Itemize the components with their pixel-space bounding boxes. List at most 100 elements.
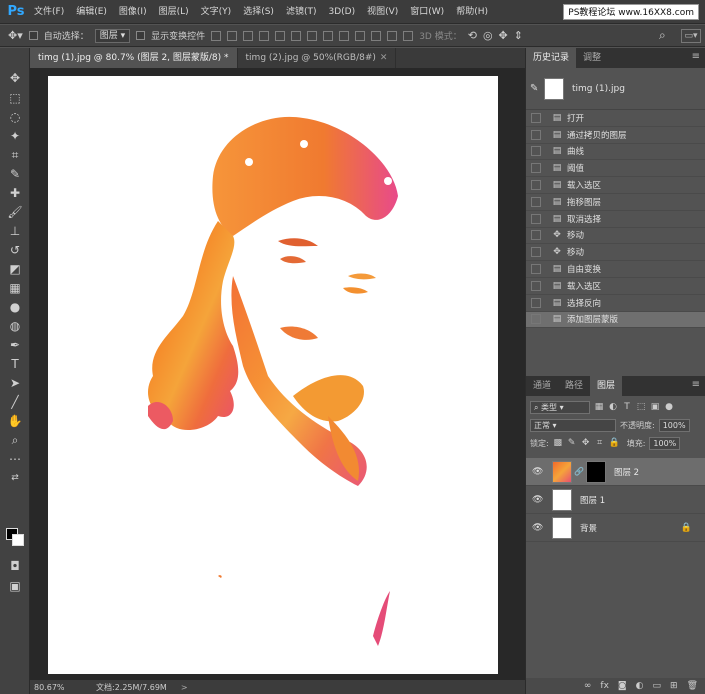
history-item[interactable]: ▤ 载入选区 bbox=[526, 278, 705, 295]
history-snapshot[interactable]: ✎ timg (1).jpg bbox=[526, 68, 705, 110]
align-top-icon[interactable] bbox=[211, 30, 222, 41]
menu-help[interactable]: 帮助(H) bbox=[450, 0, 494, 24]
gradient-icon[interactable]: ▦ bbox=[6, 280, 24, 296]
type-icon[interactable]: T bbox=[6, 356, 24, 372]
history-item[interactable]: ▤ 阈值 bbox=[526, 160, 705, 178]
menu-3d[interactable]: 3D(D) bbox=[322, 0, 361, 24]
layer-style-icon[interactable]: fx bbox=[600, 681, 609, 691]
history-toggle-box[interactable] bbox=[531, 146, 541, 157]
distribute-left-icon[interactable] bbox=[355, 30, 366, 41]
filter-adjustment-icon[interactable]: ◐ bbox=[608, 402, 618, 412]
new-layer-icon[interactable]: ⊞ bbox=[670, 681, 678, 691]
history-item[interactable]: ✥ 移动 bbox=[526, 228, 705, 245]
history-item[interactable]: ▤ 选择反向 bbox=[526, 295, 705, 312]
distribute-vcenter-icon[interactable] bbox=[323, 30, 334, 41]
visibility-eye-icon[interactable]: 👁 bbox=[532, 523, 546, 533]
hand-icon[interactable]: ✋ bbox=[6, 413, 24, 429]
history-item[interactable]: ✥ 移动 bbox=[526, 244, 705, 262]
menu-edit[interactable]: 编辑(E) bbox=[70, 0, 113, 24]
menu-file[interactable]: 文件(F) bbox=[28, 0, 70, 24]
history-brush-icon[interactable]: ↺ bbox=[6, 242, 24, 258]
add-mask-icon[interactable]: ◙ bbox=[618, 681, 627, 691]
document-canvas[interactable] bbox=[48, 76, 498, 674]
history-item[interactable]: ▤ 曲线 bbox=[526, 144, 705, 161]
align-bottom-icon[interactable] bbox=[243, 30, 254, 41]
menu-select[interactable]: 选择(S) bbox=[237, 0, 280, 24]
panel-menu-icon[interactable]: ≡ bbox=[692, 379, 700, 390]
auto-align-icon[interactable] bbox=[403, 30, 414, 41]
move-icon[interactable]: ✥ bbox=[6, 70, 24, 86]
line-icon[interactable]: ╱ bbox=[6, 394, 24, 410]
tab-adjustments[interactable]: 调整 bbox=[576, 48, 608, 68]
align-hcenter-icon[interactable] bbox=[275, 30, 286, 41]
lock-artboard-icon[interactable]: ⌗ bbox=[595, 438, 605, 448]
distribute-top-icon[interactable] bbox=[307, 30, 318, 41]
history-toggle-box[interactable] bbox=[531, 112, 541, 123]
history-toggle-box[interactable] bbox=[531, 247, 541, 258]
3d-slide-icon[interactable]: ⇕ bbox=[514, 29, 523, 42]
magic-wand-icon[interactable]: ✦ bbox=[6, 128, 24, 144]
tab-paths[interactable]: 路径 bbox=[558, 376, 590, 396]
fill-field[interactable]: 100% bbox=[649, 436, 681, 450]
blend-mode-dropdown[interactable]: 正常 ▾ bbox=[530, 418, 616, 432]
workspace-button[interactable]: ▭▾ bbox=[681, 29, 701, 43]
menu-window[interactable]: 窗口(W) bbox=[404, 0, 450, 24]
3d-rotate-icon[interactable]: ⟲ bbox=[468, 29, 477, 42]
layer-row-background[interactable]: 👁 背景 🔒 bbox=[526, 514, 705, 542]
history-item[interactable]: ▤ 通过拷贝的图层 bbox=[526, 127, 705, 144]
marquee-icon[interactable]: ⬚ bbox=[6, 90, 24, 106]
link-layers-icon[interactable]: ∞ bbox=[584, 681, 592, 691]
lock-position-icon[interactable]: ✥ bbox=[581, 438, 591, 448]
history-toggle-box[interactable] bbox=[531, 129, 541, 140]
tab-timg1[interactable]: timg (1).jpg @ 80.7% (图层 2, 图层蒙版/8) * bbox=[30, 48, 238, 68]
menu-type[interactable]: 文字(Y) bbox=[195, 0, 238, 24]
filter-smart-icon[interactable]: ▣ bbox=[650, 402, 660, 412]
lock-transparency-icon[interactable]: ▩ bbox=[553, 438, 563, 448]
layer-row-layer1[interactable]: 👁 图层 1 bbox=[526, 486, 705, 514]
history-item[interactable]: ▤ 添加图层蒙版 bbox=[526, 311, 705, 329]
auto-select-dropdown[interactable]: 图层 ▾ bbox=[94, 28, 131, 43]
tab-timg2[interactable]: timg (2).jpg @ 50%(RGB/8#) ✕ bbox=[238, 48, 397, 68]
align-left-icon[interactable] bbox=[259, 30, 270, 41]
brush-icon[interactable]: 🖌 bbox=[6, 204, 24, 220]
distribute-right-icon[interactable] bbox=[387, 30, 398, 41]
lasso-icon[interactable]: ◌ bbox=[6, 109, 24, 125]
history-toggle-box[interactable] bbox=[531, 180, 541, 191]
auto-select-checkbox[interactable] bbox=[28, 31, 38, 40]
history-item[interactable]: ▤ 取消选择 bbox=[526, 211, 705, 228]
3d-roll-icon[interactable]: ◎ bbox=[483, 29, 493, 42]
panel-menu-icon[interactable]: ≡ bbox=[692, 51, 700, 62]
eyedropper-icon[interactable]: ✎ bbox=[6, 166, 24, 182]
history-toggle-box[interactable] bbox=[531, 196, 541, 207]
distribute-hcenter-icon[interactable] bbox=[371, 30, 382, 41]
swap-colors-icon[interactable]: ⇄ bbox=[6, 470, 24, 486]
history-toggle-box[interactable] bbox=[531, 314, 541, 325]
menu-view[interactable]: 视图(V) bbox=[361, 0, 404, 24]
history-toggle-box[interactable] bbox=[531, 297, 541, 308]
history-item[interactable]: ▤ 自由变换 bbox=[526, 261, 705, 278]
group-icon[interactable]: ▭ bbox=[653, 681, 662, 691]
filter-shape-icon[interactable]: ⬚ bbox=[636, 402, 646, 412]
stamp-icon[interactable]: ⊥ bbox=[6, 223, 24, 239]
history-toggle-box[interactable] bbox=[531, 280, 541, 291]
layer-mask-thumbnail[interactable] bbox=[585, 460, 606, 483]
background-color-swatch[interactable] bbox=[12, 534, 24, 546]
history-toggle-box[interactable] bbox=[531, 163, 541, 174]
eraser-icon[interactable]: ◩ bbox=[6, 261, 24, 277]
tab-channels[interactable]: 通道 bbox=[526, 376, 558, 396]
history-toggle-box[interactable] bbox=[531, 213, 541, 224]
filter-pixel-icon[interactable]: ▦ bbox=[594, 402, 604, 412]
filter-toggle-icon[interactable]: ● bbox=[664, 402, 674, 412]
crop-icon[interactable]: ⌗ bbox=[6, 147, 24, 163]
canvas-area[interactable] bbox=[30, 68, 525, 680]
opacity-field[interactable]: 100% bbox=[658, 418, 690, 432]
history-toggle-box[interactable] bbox=[531, 230, 541, 241]
3d-pan-icon[interactable]: ✥ bbox=[499, 29, 508, 42]
status-menu-arrow[interactable]: > bbox=[181, 683, 188, 692]
menu-image[interactable]: 图像(I) bbox=[113, 0, 153, 24]
lock-all-icon[interactable]: 🔒 bbox=[609, 438, 620, 448]
mask-link-icon[interactable]: 🔗 bbox=[574, 467, 584, 476]
adjustment-layer-icon[interactable]: ◐ bbox=[636, 681, 644, 691]
history-item[interactable]: ▤ 打开 bbox=[526, 110, 705, 127]
show-transform-checkbox[interactable] bbox=[136, 31, 146, 40]
